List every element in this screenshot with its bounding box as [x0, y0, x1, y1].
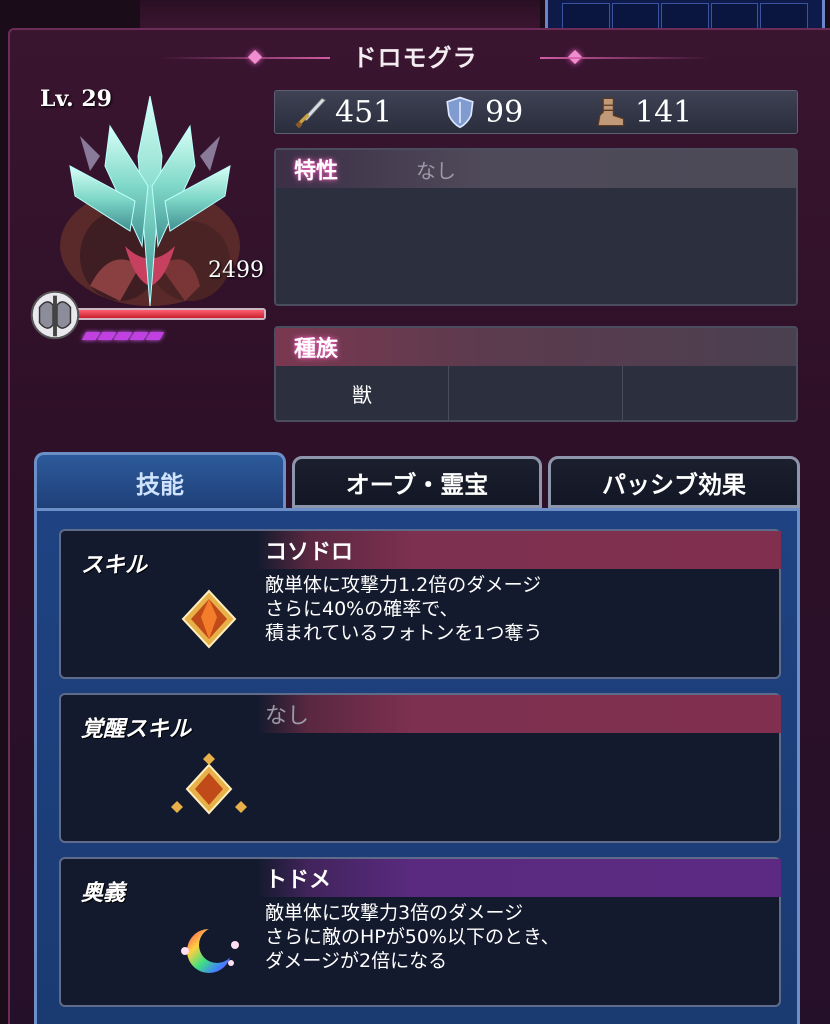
- skill-name-bar: なし: [257, 695, 781, 733]
- trait-label: 特性: [294, 159, 339, 184]
- photon-crystal-icon: [181, 589, 237, 649]
- hp-bar: [76, 308, 266, 320]
- awaken-crystal-icon: [171, 753, 247, 815]
- trait-panel: 特性 なし: [274, 148, 798, 306]
- speed-value: 141: [635, 94, 693, 130]
- race-cell: [623, 366, 796, 420]
- title-bar: ドロモグラ: [0, 40, 830, 76]
- stats-bar: 451 99 141: [274, 90, 798, 134]
- top-decoration: [140, 0, 540, 28]
- break-gauge: [81, 332, 165, 340]
- trait-value: なし: [416, 158, 456, 183]
- tab-passive-effects[interactable]: パッシブ効果: [548, 456, 800, 508]
- race-header: 種族: [276, 328, 796, 366]
- race-panel: 種族 獣: [274, 326, 798, 422]
- unit-portrait[interactable]: Lv. 29 2499: [30, 86, 270, 356]
- skill-name: トドメ: [265, 868, 332, 893]
- race-label: 種族: [294, 337, 339, 362]
- attack-value: 451: [335, 94, 393, 130]
- axe-weapon-icon: [30, 290, 80, 340]
- title-line-right: [540, 57, 710, 59]
- skill-type-label: 覚醒スキル: [81, 717, 192, 742]
- race-cell: 獣: [276, 366, 450, 420]
- monster-sprite: [60, 96, 240, 307]
- tab-orb-relic[interactable]: オーブ・霊宝: [292, 456, 542, 508]
- trait-header: 特性 なし: [276, 150, 796, 188]
- skill-name-bar: トドメ: [257, 859, 781, 897]
- boot-icon: [597, 97, 625, 127]
- skill-description: 敵単体に攻撃力1.2倍のダメージ さらに40%の確率で、 積まれているフォトンを…: [265, 574, 543, 644]
- stat-defense: 99: [425, 95, 575, 130]
- ougi-card[interactable]: 奥義 トドメ 敵単体に攻撃力3倍のダメージ さらに敵のHPが50%以下のとき、 …: [59, 857, 781, 1007]
- skill-name: コソドロ: [265, 540, 354, 565]
- skill-description: 敵単体に攻撃力3倍のダメージ さらに敵のHPが50%以下のとき、 ダメージが2倍…: [265, 902, 560, 972]
- skill-type-label: スキル: [81, 553, 148, 578]
- unit-name: ドロモグラ: [352, 44, 478, 72]
- sword-icon: [295, 97, 326, 129]
- tab-bar: 技能 オーブ・霊宝 パッシブ効果: [34, 452, 800, 510]
- defense-value: 99: [485, 94, 524, 130]
- stat-speed: 141: [575, 95, 725, 130]
- tab-skills[interactable]: 技能: [34, 452, 286, 510]
- skill-card[interactable]: スキル コソドロ 敵単体に攻撃力1.2倍のダメージ さらに40%の確率で、 積ま…: [59, 529, 781, 679]
- race-cell: [449, 366, 623, 420]
- title-diamond-left: [247, 49, 263, 65]
- skill-name: なし: [265, 704, 310, 729]
- shield-icon: [446, 96, 474, 129]
- race-row: 獣: [276, 366, 796, 420]
- hp-bar-fill: [78, 310, 264, 318]
- awaken-skill-card[interactable]: 覚醒スキル なし: [59, 693, 781, 843]
- skill-type-label: 奥義: [81, 881, 126, 906]
- rainbow-moon-icon: [181, 927, 239, 973]
- stat-attack: 451: [275, 95, 425, 130]
- title-line-left: [160, 57, 330, 59]
- skill-name-bar: コソドロ: [257, 531, 781, 569]
- break-segment: [145, 332, 165, 340]
- skills-panel: スキル コソドロ 敵単体に攻撃力1.2倍のダメージ さらに40%の確率で、 積ま…: [34, 508, 800, 1024]
- unit-level: Lv. 29: [40, 86, 112, 112]
- unit-hp-value: 2499: [208, 258, 264, 283]
